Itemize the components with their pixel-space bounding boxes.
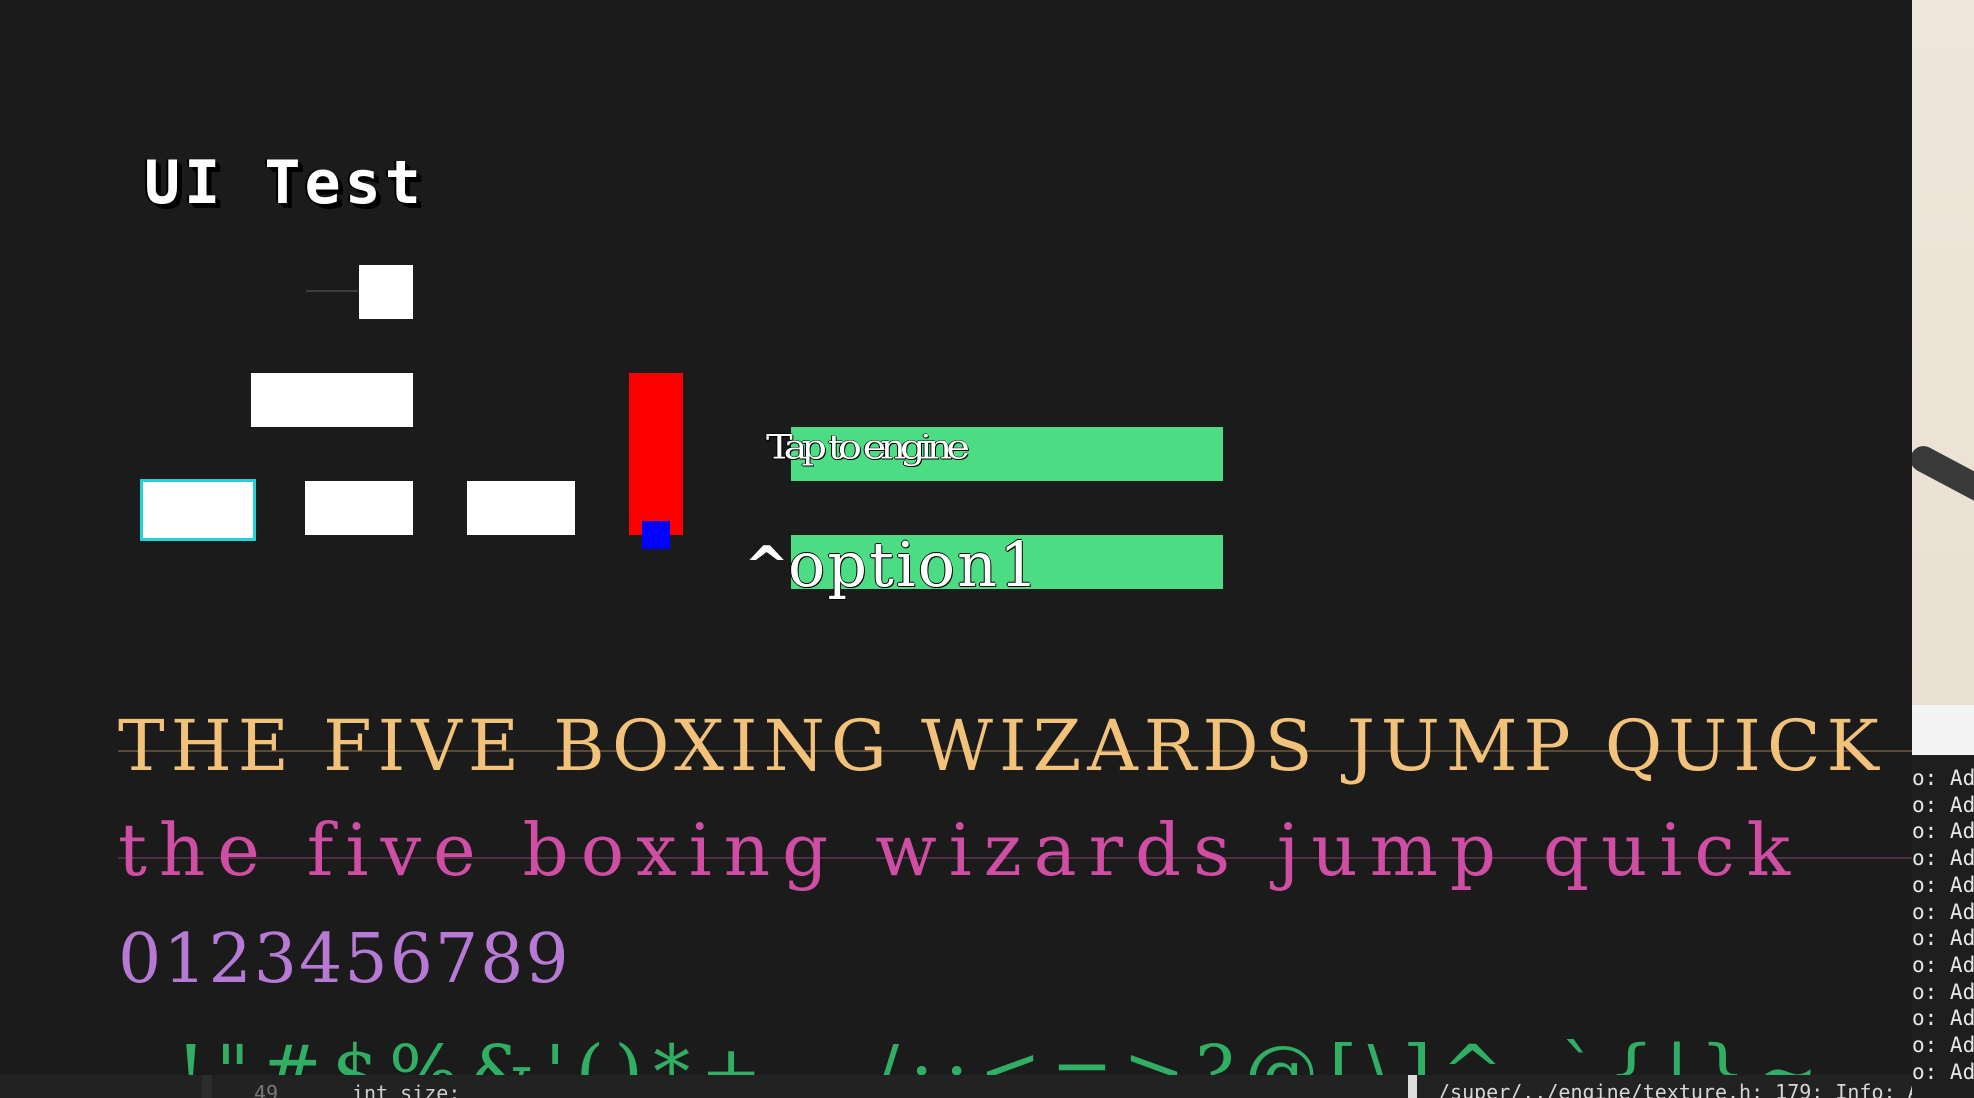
log-line: o: Ado (1912, 792, 1974, 817)
square-widget[interactable] (359, 265, 413, 319)
box-widget-3[interactable] (467, 481, 575, 535)
vertical-slider-handle[interactable] (642, 521, 670, 549)
background-window (1912, 0, 1974, 705)
sample-digits-text: 0123456789 (118, 920, 571, 999)
selected-box-widget[interactable] (140, 479, 256, 541)
background-window-panel (1912, 705, 1974, 755)
sample-lowercase-text: the five boxing wizards jump quick (118, 808, 1803, 892)
sample-uppercase-text: THE FIVE BOXING WIZARDS JUMP QUICK (118, 705, 1885, 787)
log-line: o: Ado (1912, 1006, 1974, 1031)
box-widget-2[interactable] (305, 481, 413, 535)
editor-gutter (202, 1075, 212, 1098)
log-line: o: Ado (1912, 766, 1974, 790)
ui-title: UI Test (144, 148, 425, 218)
wide-widget[interactable] (251, 373, 413, 427)
game-canvas: UI Test Tap to engine ^ option1 THE FIVE… (0, 0, 1912, 1075)
log-line: o: Ado (1912, 926, 1974, 951)
log-line: o: Ado (1912, 899, 1974, 924)
option1-label: option1 (788, 528, 1041, 601)
log-line: o: Ado (1912, 819, 1974, 844)
tap-to-engine-label: Tap to engine (766, 428, 970, 468)
caret-icon: ^ (744, 535, 790, 598)
terminal-bottom-line: /super/../engine/texture.h: 179: Info: A… (1438, 1080, 1912, 1098)
log-line: o: Ado (1912, 979, 1974, 1004)
window-image-stroke (1912, 441, 1974, 507)
terminal-divider[interactable] (1408, 1075, 1417, 1098)
log-line: o: Ado (1912, 1059, 1974, 1084)
terminal-log: o: Adoo: Adoo: Adoo: Adoo: Adoo: Adoo: A… (1912, 755, 1974, 1098)
log-line: o: Ado (1912, 952, 1974, 977)
connector-line (306, 290, 358, 292)
bottom-editor-strip: 49 int size; /super/../engine/texture.h:… (0, 1075, 1912, 1098)
editor-code-line[interactable]: int size; (352, 1081, 460, 1098)
vertical-slider-track[interactable] (629, 373, 683, 535)
sample-symbols-text: !"#$%&'()*+,-./:;<=>?@[\]^_`{|}~ (176, 1030, 1829, 1075)
log-line: o: Ado (1912, 872, 1974, 897)
editor-line-number: 49 (254, 1081, 279, 1098)
log-line: o: Ado (1912, 846, 1974, 871)
log-line: o: Ado (1912, 1033, 1974, 1057)
